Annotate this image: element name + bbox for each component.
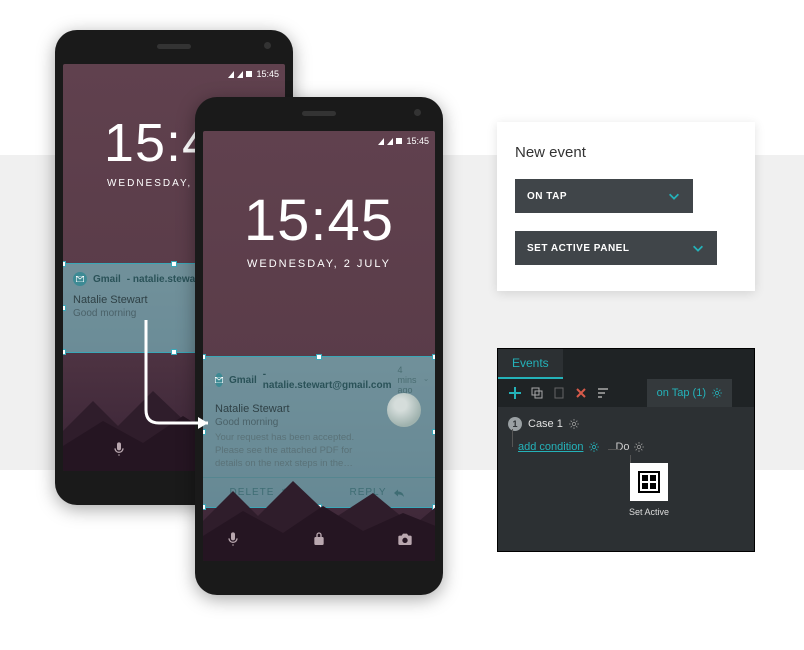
clock-time: 15:45 xyxy=(203,187,435,254)
sort-icon xyxy=(596,386,610,400)
sort-button[interactable] xyxy=(594,384,612,402)
case-label: Case 1 xyxy=(528,418,563,430)
editor-tabs: Events xyxy=(498,349,754,379)
notif-app: Gmail xyxy=(93,274,121,285)
editor-toolbar: on Tap (1) xyxy=(498,379,754,407)
phone-camera xyxy=(264,42,271,49)
status-time: 15:45 xyxy=(256,69,279,79)
phone-screen: 15:45 15:45 WEDNESDAY, 2 JULY Gmail - na… xyxy=(203,131,435,561)
status-icons xyxy=(378,138,402,145)
panel-title: New event xyxy=(515,144,737,161)
battery-icon xyxy=(246,71,252,77)
action-node-label: Set Active xyxy=(624,507,674,517)
set-active-panel-icon xyxy=(630,463,668,501)
gear-icon[interactable] xyxy=(712,388,722,398)
case-row[interactable]: 1 Case 1 xyxy=(508,417,744,431)
tree-line xyxy=(512,429,513,447)
events-editor-panel: Events on Tap (1) xyxy=(497,348,755,552)
selection-handle[interactable] xyxy=(316,354,322,360)
action-label: SET ACTIVE PANEL xyxy=(527,243,629,254)
notif-from: - natalie.stewart@gmail.com xyxy=(263,369,392,391)
phone-camera xyxy=(414,109,421,116)
mail-icon xyxy=(73,272,87,286)
paste-button[interactable] xyxy=(550,384,568,402)
trigger-label: ON TAP xyxy=(527,191,567,202)
copy-icon xyxy=(530,386,544,400)
chevron-down-icon[interactable] xyxy=(424,376,428,384)
mic-icon[interactable] xyxy=(111,441,127,457)
lockscreen-clock: 15:45 WEDNESDAY, 2 JULY xyxy=(203,187,435,270)
lockscreen-shortcuts xyxy=(203,531,435,547)
editor-body: 1 Case 1 add condition Do Set Active xyxy=(498,407,754,551)
lock-icon[interactable] xyxy=(311,531,327,547)
notif-header: Gmail - natalie.stewart@gmail.com 4 mins… xyxy=(215,365,423,395)
case-badge: 1 xyxy=(508,417,522,431)
tab-events[interactable]: Events xyxy=(498,349,563,379)
selection-handle[interactable] xyxy=(203,354,206,360)
signal-icon xyxy=(378,138,384,145)
do-label: Do xyxy=(615,441,643,453)
subtab-on-tap[interactable]: on Tap (1) xyxy=(647,379,732,407)
add-condition-link[interactable]: add condition xyxy=(518,441,583,453)
new-event-panel: New event ON TAP SET ACTIVE PANEL xyxy=(497,122,755,291)
chevron-down-icon xyxy=(691,241,705,255)
phone-mockup-expanded: 15:45 15:45 WEDNESDAY, 2 JULY Gmail - na… xyxy=(195,97,443,595)
avatar xyxy=(387,393,421,427)
action-select[interactable]: SET ACTIVE PANEL xyxy=(515,231,717,265)
mic-icon[interactable] xyxy=(225,531,241,547)
status-icons xyxy=(228,71,252,78)
selection-handle[interactable] xyxy=(432,429,435,435)
battery-icon xyxy=(396,138,402,144)
selection-handle[interactable] xyxy=(63,261,66,267)
selection-handle[interactable] xyxy=(171,349,177,355)
selection-handle[interactable] xyxy=(63,305,66,311)
status-bar: 15:45 xyxy=(203,131,435,151)
phone-earpiece xyxy=(302,111,336,116)
add-button[interactable] xyxy=(506,384,524,402)
phone-earpiece xyxy=(157,44,191,49)
status-bar: 15:45 xyxy=(63,64,285,84)
signal-icon xyxy=(228,71,234,78)
subtab-label: on Tap (1) xyxy=(657,387,706,399)
clock-date: WEDNESDAY, 2 JULY xyxy=(203,258,435,270)
paste-icon xyxy=(552,386,566,400)
gear-icon[interactable] xyxy=(589,442,599,452)
gear-icon[interactable] xyxy=(634,442,644,452)
selection-handle[interactable] xyxy=(203,429,206,435)
tree-line xyxy=(608,449,620,450)
trigger-select[interactable]: ON TAP xyxy=(515,179,693,213)
notif-app: Gmail xyxy=(229,375,257,386)
notif-body: Your request has been accepted. Please s… xyxy=(215,432,423,470)
chevron-down-icon xyxy=(667,189,681,203)
plus-icon xyxy=(508,386,522,400)
notif-meta: 4 mins ago xyxy=(397,365,428,395)
action-node[interactable]: Set Active xyxy=(624,463,674,517)
selection-handle[interactable] xyxy=(432,354,435,360)
mail-icon xyxy=(215,373,223,387)
camera-icon[interactable] xyxy=(397,531,413,547)
selection-handle[interactable] xyxy=(171,261,177,267)
gear-icon[interactable] xyxy=(569,419,579,429)
selection-handle[interactable] xyxy=(63,349,66,355)
status-time: 15:45 xyxy=(406,136,429,146)
copy-button[interactable] xyxy=(528,384,546,402)
close-icon xyxy=(575,387,587,399)
wifi-icon xyxy=(387,138,393,145)
wallpaper-mountains xyxy=(203,471,435,561)
wifi-icon xyxy=(237,71,243,78)
delete-button[interactable] xyxy=(572,384,590,402)
